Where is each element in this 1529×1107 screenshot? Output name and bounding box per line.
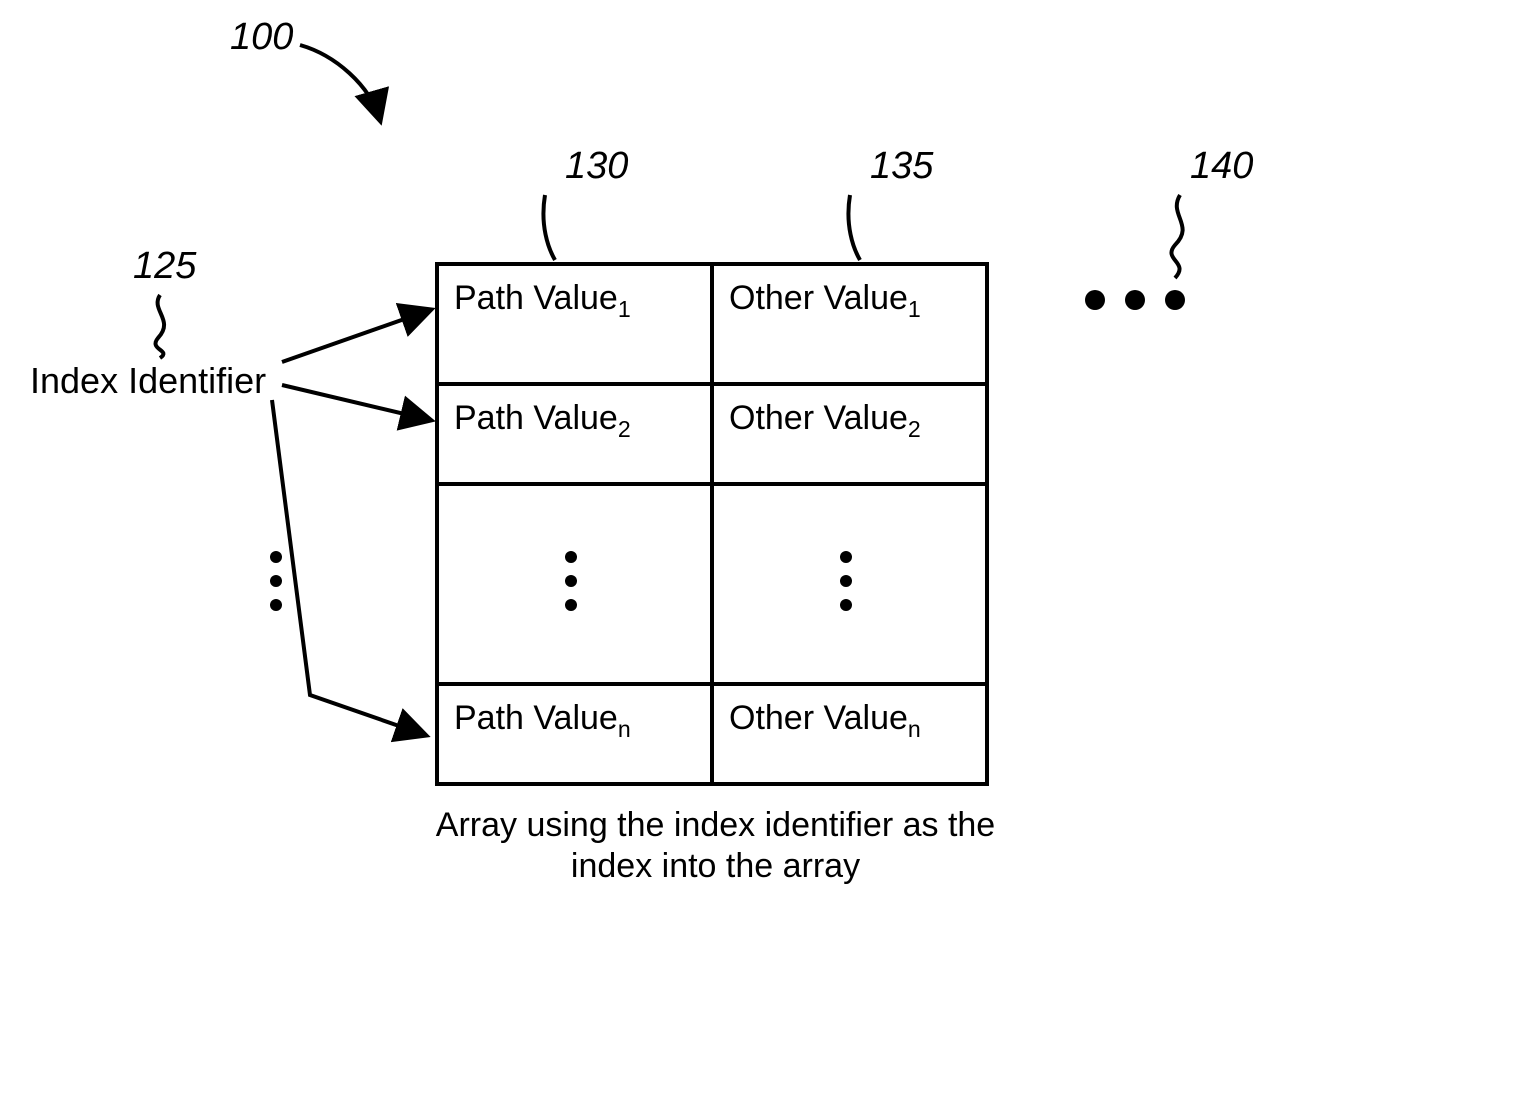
table-row: Path Valuen Other Valuen <box>437 684 987 784</box>
cell-text: Path Value <box>454 399 618 437</box>
array-table: Path Value1 Other Value1 Path Value2 Oth… <box>435 262 989 786</box>
cell-sub: 1 <box>618 296 631 322</box>
cell-sub: 2 <box>908 416 921 442</box>
ellipsis-vertical-icon <box>565 545 577 617</box>
leader-130 <box>543 195 555 260</box>
ellipsis-vertical-icon <box>840 545 852 617</box>
ref-figure: 100 <box>230 16 293 59</box>
cell-other-2: Other Value2 <box>712 384 987 484</box>
ellipsis-horizontal-icon <box>1075 290 1195 310</box>
cell-sub: n <box>618 716 631 742</box>
caption-line-1: Array using the index identifier as the <box>436 806 995 844</box>
table-caption: Array using the index identifier as the … <box>388 805 1043 887</box>
index-identifier-label: Index Identifier <box>30 360 266 402</box>
leader-135 <box>848 195 860 260</box>
cell-sub: n <box>908 716 921 742</box>
cell-sub: 1 <box>908 296 921 322</box>
ref-col-other: 135 <box>870 145 933 188</box>
squiggle-140 <box>1171 195 1182 278</box>
cell-sub: 2 <box>618 416 631 442</box>
cell-path-n: Path Valuen <box>437 684 712 784</box>
table-row: Path Value1 Other Value1 <box>437 264 987 384</box>
ellipsis-vertical-icon <box>270 545 282 617</box>
leader-arrow-100 <box>300 45 380 120</box>
table-row: Path Value2 Other Value2 <box>437 384 987 484</box>
ref-col-path: 130 <box>565 145 628 188</box>
diagram-stage: 100 125 130 135 140 Index Identifier Pat… <box>0 0 1529 1107</box>
cell-path-1: Path Value1 <box>437 264 712 384</box>
ref-index-id: 125 <box>133 245 196 288</box>
cell-text: Other Value <box>729 279 908 317</box>
cell-other-n: Other Valuen <box>712 684 987 784</box>
table-row-ellipsis <box>437 484 987 684</box>
cell-text: Other Value <box>729 699 908 737</box>
squiggle-125 <box>155 295 164 358</box>
cell-text: Path Value <box>454 279 618 317</box>
index-arrow-to-row-n <box>272 400 425 735</box>
caption-line-2: index into the array <box>571 847 860 885</box>
cell-text: Other Value <box>729 399 908 437</box>
cell-other-1: Other Value1 <box>712 264 987 384</box>
cell-path-2: Path Value2 <box>437 384 712 484</box>
index-arrow-to-row1 <box>282 310 430 362</box>
ref-more-cols: 140 <box>1190 145 1253 188</box>
index-arrow-to-row2 <box>282 385 430 420</box>
cell-text: Path Value <box>454 699 618 737</box>
